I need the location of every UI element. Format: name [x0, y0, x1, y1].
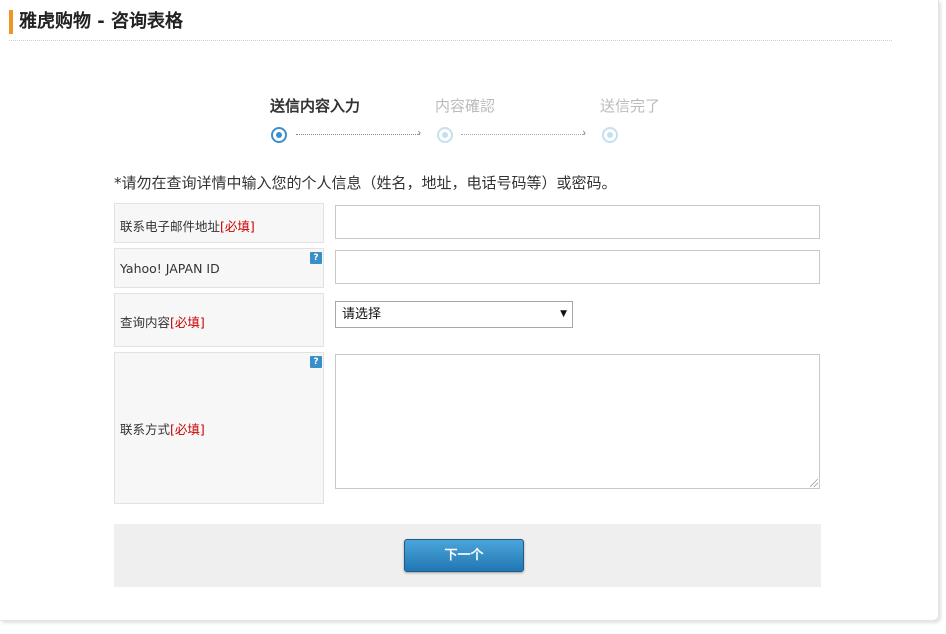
contact-required-tag: [必填] [170, 422, 205, 437]
form-card: 雅虎购物 - 咨询表格 送信内容入力 内容確認 送信完了 › › *请勿在查询详… [0, 0, 939, 621]
step-1-label: 送信内容入力 [270, 97, 361, 115]
email-input[interactable] [335, 205, 820, 239]
inquiry-select[interactable]: 请选择 ▼ [335, 301, 573, 328]
inquiry-label: 查询内容[必填] [120, 312, 205, 331]
step-connector-1 [296, 134, 420, 135]
contact-label: 联系方式[必填] [120, 419, 205, 438]
privacy-notice: *请勿在查询详情中输入您的个人信息（姓名，地址，电话号码等）或密码。 [114, 174, 617, 192]
yahoo-id-label-cell: Yahoo! JAPAN ID ? [114, 248, 324, 288]
yahoo-id-input[interactable] [335, 250, 820, 284]
step-arrow-1-icon: › [417, 126, 422, 139]
email-label: 联系电子邮件地址[必填] [120, 216, 255, 235]
yahoo-id-label: Yahoo! JAPAN ID [120, 261, 220, 276]
inquiry-label-text: 查询内容 [120, 315, 171, 330]
help-icon[interactable]: ? [310, 252, 322, 264]
inquiry-required-tag: [必填] [170, 315, 205, 330]
step-3-label: 送信完了 [600, 97, 661, 115]
chevron-down-icon: ▼ [560, 309, 567, 319]
step-1-dot-icon [271, 127, 287, 143]
contact-textarea[interactable] [335, 354, 820, 489]
step-3-dot-icon [602, 127, 618, 143]
email-required-tag: [必填] [220, 219, 255, 234]
title-accent-bar [9, 10, 13, 34]
contact-label-cell: 联系方式[必填] ? [114, 352, 324, 504]
next-button[interactable]: 下一个 [404, 539, 524, 572]
form-footer: 下一个 [114, 524, 821, 587]
page-title: 雅虎购物 - 咨询表格 [19, 11, 184, 32]
page-header: 雅虎购物 - 咨询表格 [9, 10, 892, 41]
inquiry-label-cell: 查询内容[必填] [114, 293, 324, 347]
inquiry-select-value: 请选择 [342, 307, 382, 322]
step-2-dot-icon [437, 127, 453, 143]
step-connector-2 [461, 134, 585, 135]
email-label-text: 联系电子邮件地址 [120, 219, 221, 234]
step-2-label: 内容確認 [435, 97, 496, 115]
help-icon[interactable]: ? [310, 356, 322, 368]
email-label-cell: 联系电子邮件地址[必填] [114, 203, 324, 243]
step-arrow-2-icon: › [582, 126, 587, 139]
contact-label-text: 联系方式 [120, 422, 171, 437]
resize-grip-icon[interactable] [810, 479, 818, 487]
